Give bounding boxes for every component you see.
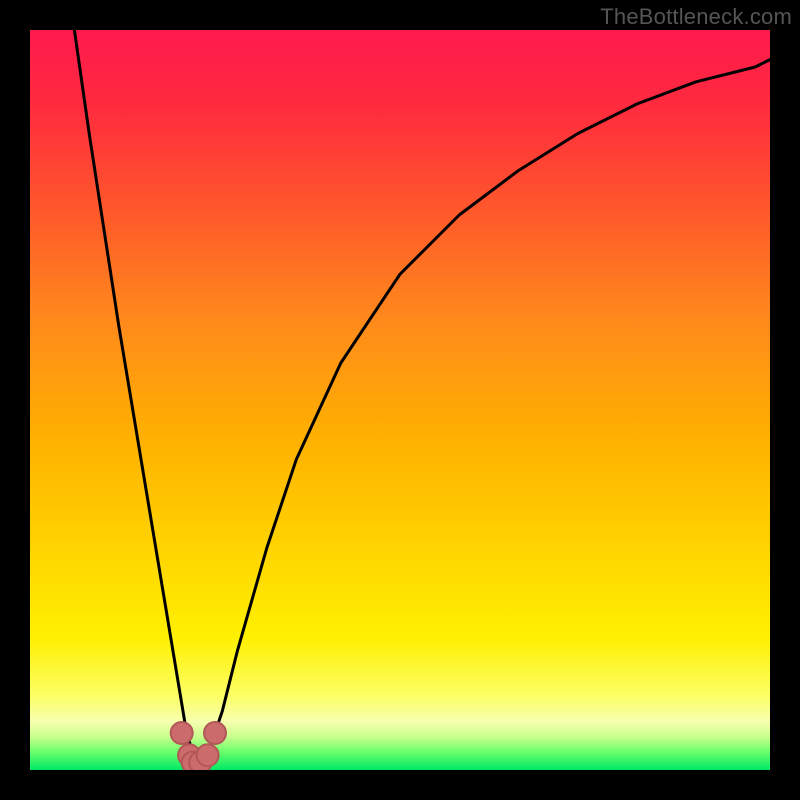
chart-frame <box>30 30 770 770</box>
marker-point <box>171 722 193 744</box>
bottleneck-chart <box>30 30 770 770</box>
marker-point <box>197 744 219 766</box>
marker-point <box>204 722 226 744</box>
watermark-text: TheBottleneck.com <box>600 4 792 30</box>
chart-background-gradient <box>30 30 770 770</box>
